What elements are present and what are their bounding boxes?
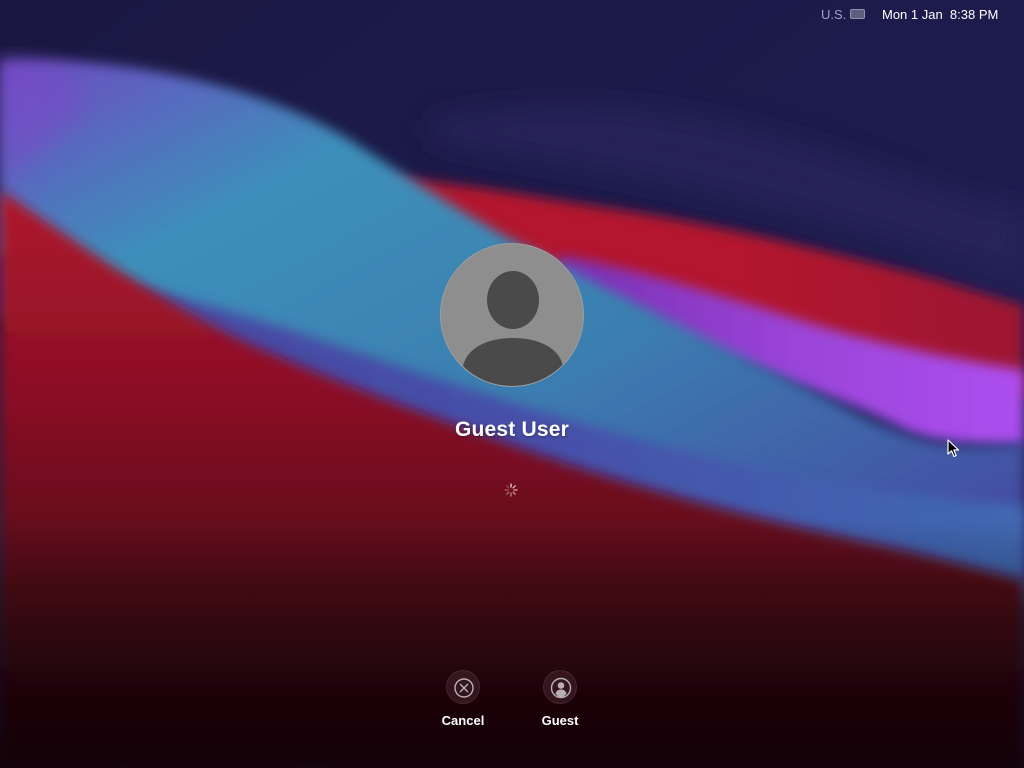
mouse-pointer-icon — [947, 439, 960, 458]
user-avatar[interactable] — [440, 243, 584, 387]
input-source-label[interactable]: U.S. — [821, 7, 846, 22]
cancel-button-label: Cancel — [441, 713, 485, 728]
user-name-label: Guest User — [454, 418, 570, 441]
menubar-clock[interactable]: Mon 1 Jan 8:38 PM — [882, 7, 998, 22]
guest-button-circle[interactable] — [543, 670, 577, 704]
close-circle-icon — [454, 678, 474, 698]
person-silhouette-icon — [463, 271, 563, 386]
keyboard-icon[interactable] — [850, 9, 865, 19]
cancel-button[interactable]: Cancel — [428, 669, 498, 731]
person-icon — [550, 677, 572, 699]
login-screen: U.S. Mon 1 Jan 8:38 PM Guest User Cancel… — [0, 0, 1024, 768]
guest-button[interactable]: Guest — [525, 669, 595, 731]
guest-button-label: Guest — [541, 713, 579, 728]
loading-spinner-icon — [504, 483, 518, 497]
cancel-button-circle[interactable] — [446, 670, 480, 704]
menu-bar: U.S. Mon 1 Jan 8:38 PM — [0, 0, 1024, 28]
